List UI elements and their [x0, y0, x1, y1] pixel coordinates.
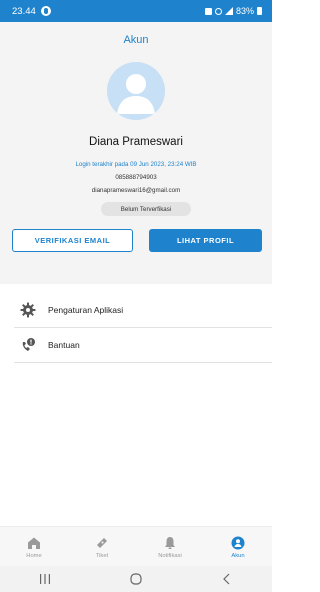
bell-icon	[165, 536, 175, 549]
view-profile-button[interactable]: LIHAT PROFIL	[149, 229, 262, 252]
mute-icon	[214, 7, 222, 15]
default-avatar-icon	[107, 62, 165, 120]
help-phone-icon	[20, 337, 36, 353]
home-circle-icon	[130, 573, 142, 585]
nav-home[interactable]: Home	[0, 527, 68, 567]
status-time: 23.44	[12, 5, 36, 17]
menu-item-label: Bantuan	[48, 340, 80, 350]
nav-notifications[interactable]: Notifikasi	[136, 527, 204, 567]
verification-status-badge: Belum Terverfikasi	[101, 202, 191, 216]
user-name: Diana Prameswari	[89, 136, 183, 148]
recent-apps-icon	[40, 574, 51, 584]
divider	[14, 362, 272, 363]
nav-label: Akun	[231, 552, 245, 559]
gear-icon	[20, 302, 36, 318]
nav-label: Home	[26, 552, 42, 559]
nav-label: Tiket	[95, 552, 109, 559]
home-system-button[interactable]	[116, 569, 156, 589]
signal-icon	[224, 7, 233, 15]
recent-apps-button[interactable]	[25, 569, 65, 589]
status-right: 83%	[204, 6, 262, 16]
status-left: 23.44	[12, 6, 51, 17]
back-button[interactable]	[207, 569, 247, 589]
verify-email-button[interactable]: VERIFIKASI EMAIL	[12, 229, 133, 252]
menu-item-label: Pengaturan Aplikasi	[48, 305, 124, 315]
nav-ticket[interactable]: Tiket	[68, 527, 136, 567]
divider	[14, 327, 272, 328]
user-email: dianaprameswari16@gmail.com	[91, 187, 181, 194]
back-icon	[222, 573, 230, 585]
avatar	[107, 62, 165, 120]
battery-icon	[257, 7, 262, 15]
system-nav-bar	[0, 566, 272, 592]
bottom-nav: Home Tiket Notifikasi Akun	[0, 526, 272, 567]
nav-label: Notifikasi	[158, 552, 182, 559]
menu-item-app-settings[interactable]: Pengaturan Aplikasi	[0, 295, 272, 325]
last-login-text: Login terakhir pada 09 Jun 2023, 23:24 W…	[75, 161, 197, 168]
nav-account[interactable]: Akun	[204, 527, 272, 567]
battery-percentage: 83%	[235, 6, 254, 16]
status-bar: 23.44 83%	[0, 0, 272, 22]
home-icon	[28, 537, 40, 549]
silent-icon	[204, 7, 212, 15]
page-title: Akun	[123, 34, 149, 46]
ticket-icon	[97, 537, 107, 548]
account-icon	[231, 536, 245, 549]
menu-item-help[interactable]: Bantuan	[0, 330, 272, 360]
user-phone: 085888794903	[115, 174, 157, 181]
notification-icon	[40, 6, 51, 16]
